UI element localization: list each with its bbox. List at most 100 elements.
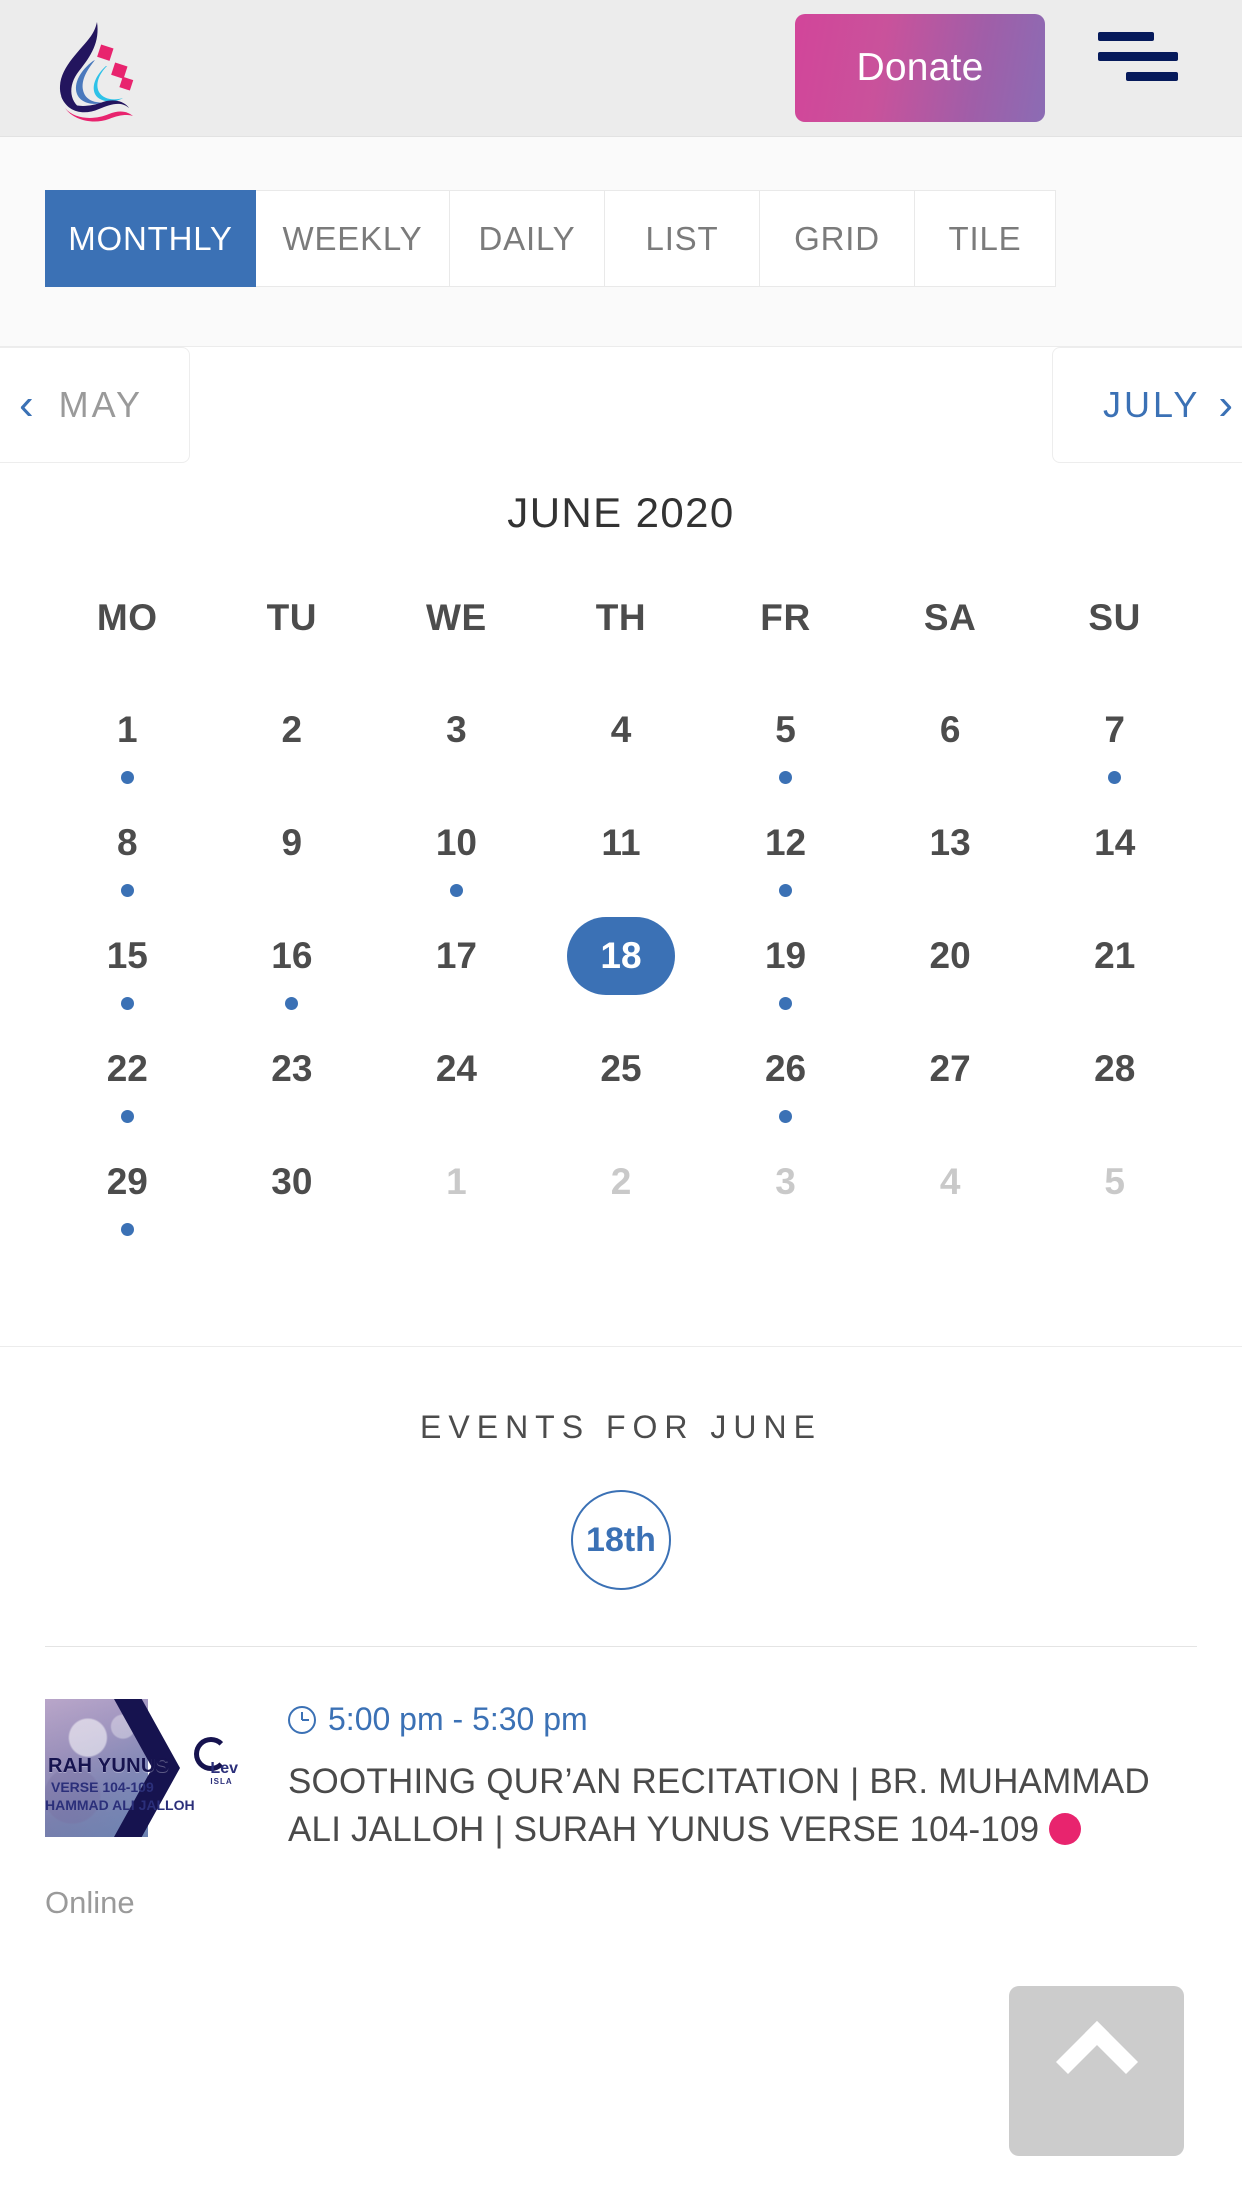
event-venue-label: Online (45, 1885, 135, 1921)
donate-button[interactable]: Donate (795, 14, 1045, 122)
hamburger-line-1 (1098, 32, 1154, 41)
calendar-day[interactable]: 22 (45, 1030, 210, 1143)
month-title: JUNE 2020 (507, 489, 735, 536)
calendar-day[interactable]: 1 (374, 1143, 539, 1256)
calendar-day-number: 30 (271, 1161, 313, 1202)
tab-tile[interactable]: TILE (915, 190, 1056, 287)
calendar-day-number: 23 (271, 1048, 313, 1089)
calendar-day[interactable]: 4 (539, 691, 704, 804)
tab-grid[interactable]: GRID (760, 190, 915, 287)
calendar-day[interactable]: 5 (1032, 1143, 1197, 1256)
event-title-link[interactable]: SOOTHING QUR’AN RECITATION | BR. MUHAMMA… (288, 1758, 1197, 1853)
calendar-day-number: 25 (600, 1048, 642, 1089)
calendar-day-event-dot (779, 997, 793, 1010)
calendar-day-number: 16 (271, 935, 313, 976)
weekday-header-mo: MO (96, 597, 158, 638)
event-category-badge (1049, 1812, 1082, 1845)
calendar-day[interactable]: 26 (703, 1030, 868, 1143)
tab-monthly[interactable]: MONTHLY (45, 190, 256, 287)
thumbnail-title-text: RAH YUNUS (48, 1755, 170, 1777)
tab-daily[interactable]: DAILY (450, 190, 605, 287)
calendar-day[interactable]: 28 (1032, 1030, 1197, 1143)
calendar-day[interactable]: 2 (539, 1143, 704, 1256)
calendar-day[interactable]: 13 (868, 804, 1033, 917)
calendar-day[interactable]: 10 (374, 804, 539, 917)
calendar-day[interactable]: 25 (539, 1030, 704, 1143)
prev-month-label: MAY (58, 384, 143, 425)
page-root: Donate MONTHLY WEEKLY DAILY LIST GRID TI… (0, 0, 1242, 2208)
calendar-day-number: 3 (446, 709, 467, 750)
selected-day-badge[interactable]: 18th (571, 1490, 671, 1590)
scroll-to-top-button[interactable] (1009, 1986, 1184, 2156)
calendar-day-number: 29 (106, 1161, 148, 1202)
calendar-day-number: 10 (435, 822, 477, 863)
next-month-button[interactable]: JULY › (1052, 347, 1242, 463)
tab-list[interactable]: LIST (605, 190, 760, 287)
calendar-day-selected[interactable]: 18 (539, 917, 704, 1030)
calendar-day[interactable]: 9 (210, 804, 375, 917)
calendar-day-event-dot (449, 884, 463, 897)
islamic-center-logo-icon[interactable] (50, 14, 140, 124)
calendar-day-number: 1 (116, 709, 138, 750)
hamburger-line-2 (1098, 52, 1178, 61)
calendar-day[interactable]: 11 (539, 804, 704, 917)
calendar-day-event-dot (120, 771, 134, 784)
calendar-day-event-dot (285, 997, 299, 1010)
calendar-day-number: 20 (929, 935, 971, 976)
calendar-day-number: 15 (106, 935, 148, 976)
events-section: EVENTS FOR JUNE 18th RAH YUNUS VERSE 104… (0, 1409, 1242, 1921)
hamburger-menu-icon[interactable] (1098, 32, 1188, 92)
calendar-day[interactable]: 15 (45, 917, 210, 1030)
next-month-label: JULY (1103, 384, 1201, 425)
calendar-day[interactable]: 29 (45, 1143, 210, 1256)
calendar-day[interactable]: 3 (374, 691, 539, 804)
hamburger-line-3 (1126, 72, 1178, 81)
event-list-item: RAH YUNUS VERSE 104-109 HAMMAD ALI JALLO… (45, 1699, 1197, 1853)
event-time-label: 5:00 pm - 5:30 pm (328, 1701, 588, 1737)
prev-month-button[interactable]: ‹ MAY (0, 347, 190, 463)
calendar-day[interactable]: 5 (703, 691, 868, 804)
calendar-day-event-dot (120, 1110, 134, 1123)
tab-weekly[interactable]: WEEKLY (256, 190, 450, 287)
chevron-up-icon (1055, 2020, 1138, 2104)
calendar-day[interactable]: 7 (1032, 691, 1197, 804)
calendar-day-number: 9 (281, 822, 303, 863)
calendar-day-number: 27 (929, 1048, 971, 1089)
event-title-text: SOOTHING QUR’AN RECITATION | BR. MUHAMMA… (288, 1762, 1150, 1849)
calendar-day[interactable]: 8 (45, 804, 210, 917)
calendar-day[interactable]: 21 (1032, 917, 1197, 1030)
calendar-day[interactable]: 19 (703, 917, 868, 1030)
thumbnail-brand-sub: ISLA (210, 1776, 233, 1786)
chevron-right-icon: › (1218, 380, 1237, 429)
calendar-day-number: 17 (435, 935, 477, 976)
calendar-grid: MO TU WE TH FR SA SU 1 2 3 4 5 6 7 8 9 10 11 12 13 14 15 16 17 1… (45, 597, 1197, 1256)
calendar-divider (0, 1346, 1242, 1347)
calendar-day-number: 6 (939, 709, 961, 750)
calendar-day[interactable]: 23 (210, 1030, 375, 1143)
calendar-day[interactable]: 30 (210, 1143, 375, 1256)
calendar-day-number: 2 (281, 709, 303, 750)
calendar-day[interactable]: 2 (210, 691, 375, 804)
month-navigation: ‹ MAY JULY › (0, 347, 1242, 463)
calendar-day-number: 7 (1104, 709, 1125, 750)
event-thumbnail[interactable]: RAH YUNUS VERSE 104-109 HAMMAD ALI JALLO… (45, 1699, 240, 1837)
calendar-day[interactable]: 17 (374, 917, 539, 1030)
calendar-day[interactable]: 20 (868, 917, 1033, 1030)
calendar-day[interactable]: 4 (868, 1143, 1033, 1256)
calendar-day[interactable]: 14 (1032, 804, 1197, 917)
calendar-day-number: 1 (446, 1161, 467, 1202)
calendar-day[interactable]: 12 (703, 804, 868, 917)
chevron-left-icon: ‹ (19, 380, 37, 429)
calendar-day[interactable]: 6 (868, 691, 1033, 804)
calendar-day[interactable]: 16 (210, 917, 375, 1030)
calendar-day[interactable]: 3 (703, 1143, 868, 1256)
calendar-day-number: 8 (116, 822, 138, 863)
logo-svg (59, 22, 134, 122)
calendar-day[interactable]: 1 (45, 691, 210, 804)
weekday-header-su: SU (1088, 597, 1141, 638)
calendar-day[interactable]: 24 (374, 1030, 539, 1143)
calendar-day[interactable]: 27 (868, 1030, 1033, 1143)
calendar-day-number: 5 (1104, 1161, 1125, 1202)
calendar-day-number: 22 (106, 1048, 148, 1089)
calendar-day-number: 4 (939, 1161, 961, 1202)
